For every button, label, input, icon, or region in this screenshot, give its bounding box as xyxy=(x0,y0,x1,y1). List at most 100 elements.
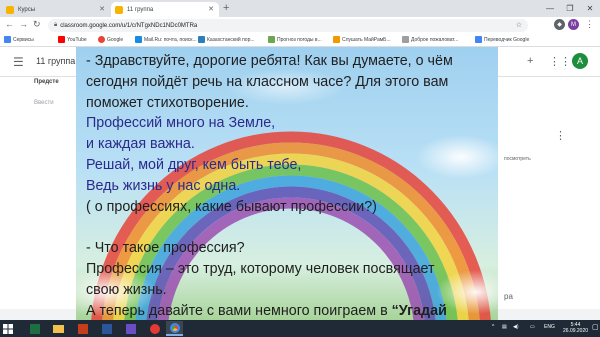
slide-text-line: Решай, мой друг, кем быть тебе, xyxy=(86,155,496,176)
bookmark-label: YouTube xyxy=(67,36,87,43)
yandex-taskbar-icon[interactable] xyxy=(146,321,163,336)
mailru-icon xyxy=(135,36,142,43)
slide-line-bold-text: “Угадай xyxy=(391,302,447,319)
bookmark-google[interactable]: Google xyxy=(98,36,123,43)
bookmark-mailru[interactable]: Mail.Ru: почта, поиск... xyxy=(135,36,197,43)
slide-text-line: свою жизнь. xyxy=(86,280,496,301)
apps-grid-icon xyxy=(4,36,11,43)
bookmarks-bar: Сервисы YouTube Google Mail.Ru: почта, п… xyxy=(0,34,600,47)
tab-courses[interactable]: Курсы ✕ xyxy=(2,2,110,17)
clock-date: 26.09.2020 xyxy=(563,328,589,334)
slide-text-line: ( о профессиях, какие бывают профессии?) xyxy=(86,197,496,218)
close-tab-icon[interactable]: ✕ xyxy=(208,5,214,13)
clock[interactable]: 5:44 26.09.2020 xyxy=(563,322,588,334)
classroom-favicon-icon xyxy=(115,5,123,14)
tray-overflow-icon[interactable]: ^ xyxy=(492,324,494,330)
bookmark-kaz-portal[interactable]: Казахстанский пор... xyxy=(198,36,255,43)
tab-label: 11 группа xyxy=(127,6,154,13)
weather-icon xyxy=(268,36,275,43)
bookmark-welcome[interactable]: Доброе пожаловат... xyxy=(402,36,458,43)
youtube-icon xyxy=(58,36,65,43)
store-taskbar-icon[interactable] xyxy=(122,321,139,336)
bookmark-label: Mail.Ru: почта, поиск... xyxy=(144,36,197,43)
slide-text-line: А теперь давайте с вами немного поиграем… xyxy=(86,301,496,320)
bookmark-music[interactable]: Слушать МайРамБ... xyxy=(333,36,391,43)
excel-taskbar-icon[interactable] xyxy=(26,321,43,336)
side-text-left-2: Ввести xyxy=(34,100,54,106)
extension-icon[interactable]: ◆ xyxy=(554,19,565,30)
toolbar: ← → ↻ 🔒︎ classroom.google.com/u/1/c/NTgx… xyxy=(0,17,600,34)
classroom-favicon-icon xyxy=(6,5,14,14)
google-apps-icon[interactable]: ⋮⋮ xyxy=(549,55,571,68)
network-icon[interactable]: ▤ xyxy=(502,324,507,330)
slide-line-text: Профессий много на Земле, xyxy=(86,115,276,132)
battery-icon[interactable]: ▭ xyxy=(530,324,535,330)
windows-start-icon[interactable] xyxy=(3,324,13,334)
slide-line-text: - Здравствуйте, дорогие ребята! Как вы д… xyxy=(86,53,453,69)
bookmark-youtube[interactable]: YouTube xyxy=(58,36,87,43)
music-icon xyxy=(333,36,340,43)
bookmark-translate[interactable]: Переводчик Google xyxy=(475,36,529,43)
slide-line-text: сегодня пойдёт речь на классном часе? Дл… xyxy=(86,73,449,90)
bookmark-label: Google xyxy=(107,36,124,43)
slide-text-line: - Здравствуйте, дорогие ребята! Как вы д… xyxy=(86,51,496,72)
slide-line-text: Ведь жизнь у нас одна. xyxy=(86,177,241,194)
slide-blank-line xyxy=(86,217,496,238)
bookmark-apps[interactable]: Сервисы xyxy=(4,36,34,43)
profile-avatar-icon[interactable]: M xyxy=(568,19,579,30)
tab-label: Курсы xyxy=(18,6,36,13)
presentation-slide: - Здравствуйте, дорогие ребята! Как вы д… xyxy=(76,47,498,320)
bookmark-label: Доброе пожаловат... xyxy=(411,36,459,43)
page-icon xyxy=(402,36,409,43)
slide-text-line: - Что такое профессия? xyxy=(86,238,496,259)
windows-taskbar: ^ ▤ ◀) ▭ ENG 5:44 26.09.2020 ▢ xyxy=(0,320,600,337)
tab-11-group[interactable]: 11 группа ✕ xyxy=(111,2,219,17)
language-indicator[interactable]: ENG xyxy=(544,324,555,330)
word-taskbar-icon[interactable] xyxy=(98,321,115,336)
slide-text-line: и каждая важна. xyxy=(86,134,496,155)
powerpoint-taskbar-icon[interactable] xyxy=(74,321,91,336)
close-window-icon[interactable]: ✕ xyxy=(580,0,600,17)
slide-line-text: А теперь давайте с вами немного поиграем… xyxy=(86,302,392,319)
reload-icon[interactable]: ↻ xyxy=(33,19,41,30)
explorer-taskbar-icon[interactable] xyxy=(50,321,67,336)
volume-icon[interactable]: ◀) xyxy=(513,324,519,330)
close-tab-icon[interactable]: ✕ xyxy=(99,5,105,13)
maximize-icon[interactable]: ❐ xyxy=(560,0,580,17)
url-text: classroom.google.com/u/1/c/NTgxNDc1NDc0M… xyxy=(60,22,198,29)
slide-line-text: ( о профессиях, какие бывают профессии?) xyxy=(86,198,377,215)
account-avatar[interactable]: A xyxy=(572,53,588,69)
side-text-right-2: ра xyxy=(504,292,513,301)
chrome-taskbar-icon[interactable] xyxy=(166,321,183,336)
slide-text-block: - Здравствуйте, дорогие ребята! Как вы д… xyxy=(86,51,496,320)
new-tab-icon[interactable]: + xyxy=(223,2,229,14)
bookmark-weather[interactable]: Прогноз погоды в... xyxy=(268,36,322,43)
forward-icon[interactable]: → xyxy=(19,19,28,29)
bookmark-label: Прогноз погоды в... xyxy=(277,36,322,43)
notifications-icon[interactable]: ▢ xyxy=(592,323,599,331)
chrome-menu-icon[interactable]: ⋮ xyxy=(585,19,594,30)
hamburger-menu-icon[interactable]: ☰ xyxy=(13,55,24,69)
more-options-icon[interactable]: ⋮ xyxy=(555,129,566,142)
slide-line-text: - Что такое профессия? xyxy=(86,240,245,257)
minimize-icon[interactable]: — xyxy=(540,0,560,17)
slide-line-text: Решай, мой друг, кем быть тебе, xyxy=(86,156,302,173)
slide-line-text: Профессия – это труд, которому человек п… xyxy=(86,260,435,277)
class-title[interactable]: 11 группа xyxy=(36,56,75,66)
slide-text-line: поможет стихотворение. xyxy=(86,93,496,114)
address-bar[interactable]: 🔒︎ classroom.google.com/u/1/c/NTgxNDc1ND… xyxy=(48,19,528,32)
slide-text-line: Профессия – это труд, которому человек п… xyxy=(86,259,496,280)
slide-text-line: сегодня пойдёт речь на классном часе? Дл… xyxy=(86,72,496,93)
add-icon[interactable]: + xyxy=(527,55,533,67)
side-text-left: Предсте xyxy=(34,79,59,85)
lock-icon: 🔒︎ xyxy=(54,22,58,28)
back-icon[interactable]: ← xyxy=(5,19,14,29)
bookmark-star-icon[interactable]: ☆ xyxy=(516,21,522,29)
bookmark-label: Казахстанский пор... xyxy=(207,36,255,43)
google-icon xyxy=(98,36,105,43)
bookmark-label: Слушать МайРамБ... xyxy=(342,36,391,43)
bookmark-label: Сервисы xyxy=(13,36,34,43)
slide-text-line: Ведь жизнь у нас одна. xyxy=(86,176,496,197)
slide-line-text: и каждая важна. xyxy=(86,136,195,153)
browser-chrome: Курсы ✕ 11 группа ✕ + — ❐ ✕ ← → ↻ 🔒︎ cla… xyxy=(0,0,600,47)
